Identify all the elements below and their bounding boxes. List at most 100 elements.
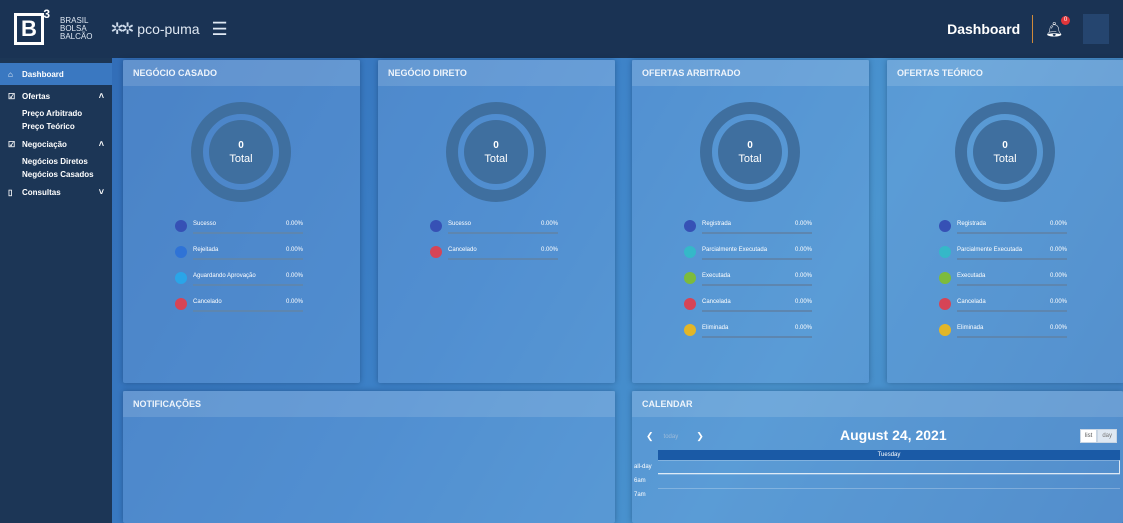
- sidebar-item-ofertas[interactable]: ☑ Ofertas ˄: [0, 85, 112, 107]
- molecule-icon: ✲✲: [110, 21, 134, 38]
- b3-logo-mark: B 3: [14, 7, 50, 45]
- bell-icon: 🔔︎: [1045, 20, 1063, 37]
- donut-chart: 0 Total: [700, 102, 800, 202]
- sidebar-item-dashboard[interactable]: ⌂ Dashboard: [0, 63, 112, 85]
- donut-total-label: Total: [738, 152, 762, 165]
- chevron-right-icon[interactable]: ❯: [696, 431, 704, 442]
- donut-total-label: Total: [229, 152, 253, 165]
- view-list-button[interactable]: list: [1079, 429, 1098, 443]
- card-negocio-casado: NEGÓCIO CASADO 0 Total Sucesso 0.00% Reje…: [123, 60, 360, 383]
- calendar-nav: ❮ today ❯: [646, 431, 704, 442]
- legend-item[interactable]: Cancelada 0.00%: [939, 296, 1067, 322]
- sidebar-item-negocios-casados[interactable]: Negócios Casados: [0, 168, 112, 181]
- donut-chart: 0 Total: [191, 102, 291, 202]
- donut-chart: 0 Total: [446, 102, 546, 202]
- hamburger-icon[interactable]: ☰: [212, 19, 228, 40]
- sidebar: ⌂ Dashboard ☑ Ofertas ˄ Preço Arbitrado …: [0, 58, 112, 523]
- legend-dot: [939, 220, 951, 232]
- legend-item[interactable]: Executada 0.00%: [684, 270, 812, 296]
- legend: Registrada 0.00% Parcialmente Executada 0.…: [684, 218, 812, 348]
- calendar-view-switch: list day: [1079, 429, 1117, 443]
- legend-item[interactable]: Sucesso 0.00%: [175, 218, 303, 244]
- legend-dot: [939, 298, 951, 310]
- donut-total-label: Total: [993, 152, 1017, 165]
- card-title: OFERTAS TEÓRICO: [887, 60, 1123, 86]
- calendar-grid: Tuesday all-day 6am 7am: [632, 450, 1120, 502]
- card-title: NEGÓCIO CASADO: [123, 60, 360, 86]
- legend-dot: [939, 272, 951, 284]
- legend-dot: [175, 220, 187, 232]
- donut-total-value: 0: [238, 139, 244, 151]
- legend-item[interactable]: Executada 0.00%: [939, 270, 1067, 296]
- top-bar: B 3 BRASIL BOLSA BALCÃO ✲✲ pco-puma ☰ Da…: [0, 0, 1123, 58]
- chevron-down-icon: ˅: [98, 187, 104, 197]
- legend-dot: [430, 246, 442, 258]
- legend-dot: [684, 220, 696, 232]
- page-title: Dashboard: [947, 21, 1021, 37]
- app-name: pco-puma: [137, 21, 200, 37]
- legend: Sucesso 0.00% Cancelado 0.00%: [430, 218, 558, 270]
- b3-logo[interactable]: B 3 BRASIL BOLSA BALCÃO: [14, 7, 93, 45]
- card-ofertas-arbitrado: OFERTAS ARBITRADO 0 Total Registrada 0.00…: [632, 60, 869, 383]
- avatar[interactable]: [1083, 14, 1109, 44]
- today-button[interactable]: today: [664, 434, 679, 440]
- donut-total-value: 0: [1002, 139, 1008, 151]
- home-icon: ⌂: [8, 69, 13, 79]
- legend-dot: [430, 220, 442, 232]
- sidebar-item-negocios-diretos[interactable]: Negócios Diretos: [0, 155, 112, 168]
- legend-dot: [175, 298, 187, 310]
- legend-item[interactable]: Aguardando Aprovação 0.00%: [175, 270, 303, 296]
- notifications-button[interactable]: 🔔︎ 0: [1045, 15, 1070, 38]
- card-ofertas-teorico: OFERTAS TEÓRICO 0 Total Registrada 0.00% …: [887, 60, 1123, 383]
- legend-item[interactable]: Cancelado 0.00%: [175, 296, 303, 322]
- calendar-row-6am[interactable]: 6am: [632, 474, 1120, 488]
- app-logo[interactable]: ✲✲ pco-puma: [110, 19, 199, 39]
- card-negocio-direto: NEGÓCIO DIRETO 0 Total Sucesso 0.00% Canc…: [378, 60, 615, 383]
- view-day-button[interactable]: day: [1097, 429, 1117, 443]
- legend-dot: [939, 246, 951, 258]
- checkbox-icon: ☑: [8, 139, 16, 149]
- legend-dot: [175, 272, 187, 284]
- calendar-row-all-day[interactable]: all-day: [632, 460, 1120, 474]
- b3-logo-text: BRASIL BOLSA BALCÃO: [60, 16, 93, 41]
- legend-item[interactable]: Sucesso 0.00%: [430, 218, 558, 244]
- sidebar-item-consultas[interactable]: ▯ Consultas ˅: [0, 181, 112, 203]
- legend-dot: [684, 246, 696, 258]
- donut-total-label: Total: [484, 152, 508, 165]
- legend-item[interactable]: Cancelada 0.00%: [684, 296, 812, 322]
- calendar-panel: CALENDAR ❮ today ❯ August 24, 2021 list …: [632, 391, 1123, 523]
- legend-item[interactable]: Registrada 0.00%: [684, 218, 812, 244]
- document-icon: ▯: [8, 187, 13, 197]
- legend-dot: [684, 272, 696, 284]
- sidebar-item-negociacao[interactable]: ☑ Negociação ˄: [0, 133, 112, 155]
- legend: Sucesso 0.00% Rejeitada 0.00% Aguardando A…: [175, 218, 303, 322]
- divider: [1032, 15, 1034, 43]
- legend-item[interactable]: Rejeitada 0.00%: [175, 244, 303, 270]
- sidebar-item-preco-teorico[interactable]: Preço Teórico: [0, 120, 112, 133]
- chevron-left-icon[interactable]: ❮: [646, 431, 654, 442]
- legend-item[interactable]: Eliminada 0.00%: [684, 322, 812, 348]
- legend-item[interactable]: Cancelado 0.00%: [430, 244, 558, 270]
- sidebar-item-preco-arbitrado[interactable]: Preço Arbitrado: [0, 107, 112, 120]
- calendar-title: CALENDAR: [632, 391, 1123, 417]
- calendar-weekday-header: Tuesday: [658, 450, 1120, 460]
- notification-badge: 0: [1061, 15, 1070, 25]
- legend-dot: [939, 324, 951, 336]
- donut-chart: 0 Total: [955, 102, 1055, 202]
- calendar-date: August 24, 2021: [840, 427, 947, 443]
- notifications-panel: NOTIFICAÇÕES: [123, 391, 615, 523]
- chevron-up-icon: ˄: [98, 139, 104, 149]
- calendar-row-7am[interactable]: 7am: [632, 488, 1120, 502]
- legend: Registrada 0.00% Parcialmente Executada 0.…: [939, 218, 1067, 348]
- legend-item[interactable]: Parcialmente Executada 0.00%: [939, 244, 1067, 270]
- card-title: NEGÓCIO DIRETO: [378, 60, 615, 86]
- legend-item[interactable]: Eliminada 0.00%: [939, 322, 1067, 348]
- legend-item[interactable]: Parcialmente Executada 0.00%: [684, 244, 812, 270]
- legend-item[interactable]: Registrada 0.00%: [939, 218, 1067, 244]
- donut-total-value: 0: [493, 139, 499, 151]
- legend-dot: [684, 298, 696, 310]
- notifications-title: NOTIFICAÇÕES: [123, 391, 615, 417]
- checkbox-icon: ☑: [8, 91, 16, 101]
- legend-dot: [175, 246, 187, 258]
- chevron-up-icon: ˄: [98, 91, 104, 101]
